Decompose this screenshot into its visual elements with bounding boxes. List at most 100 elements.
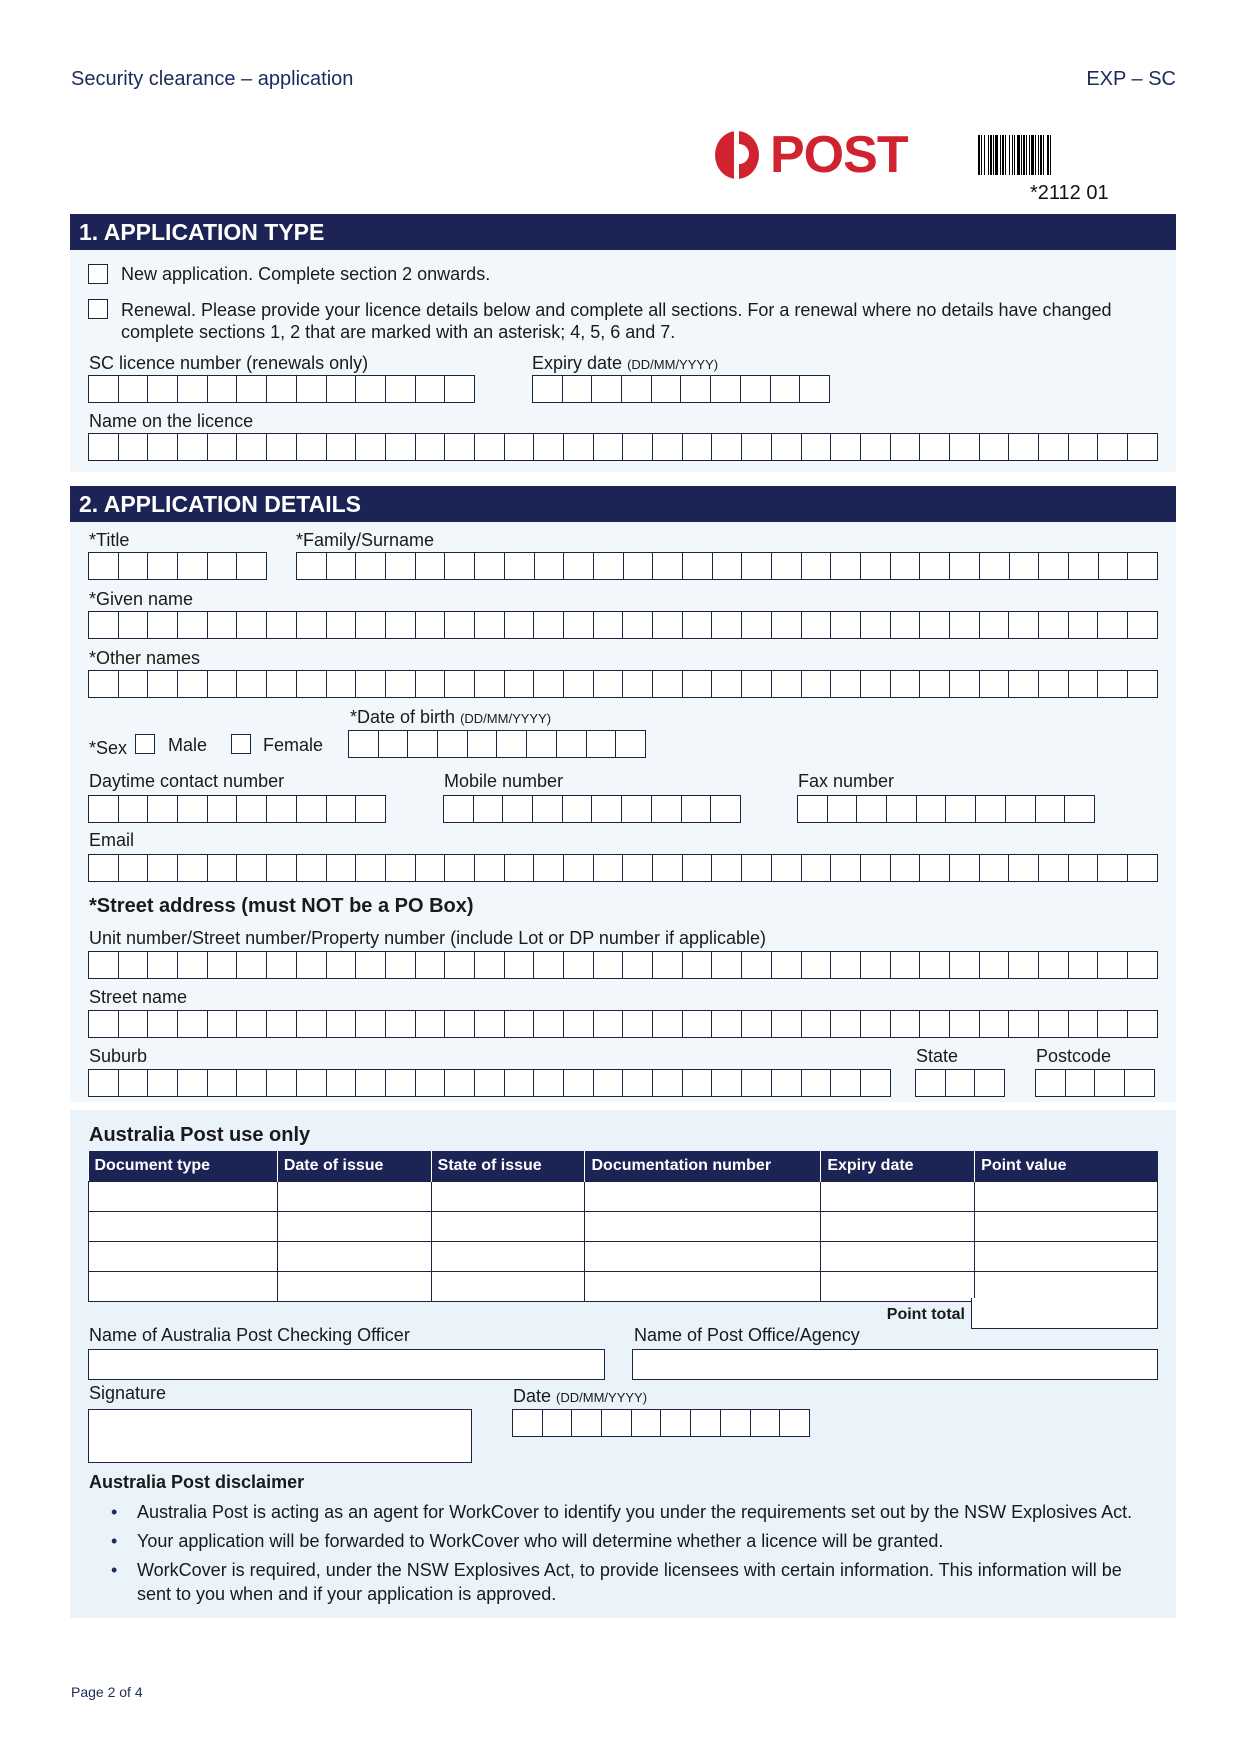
character-box[interactable] [416,612,446,638]
character-box[interactable] [386,376,416,402]
character-box[interactable] [89,952,119,978]
character-box[interactable] [1125,1070,1155,1096]
officer-date-input[interactable] [512,1409,810,1437]
character-box[interactable] [831,671,861,697]
character-box[interactable] [622,376,652,402]
daytime-number-input[interactable] [88,795,386,823]
character-box[interactable] [148,796,179,822]
character-box[interactable] [594,671,624,697]
character-box[interactable] [1128,434,1158,460]
other-names-input[interactable] [88,670,1158,698]
character-box[interactable] [297,1070,327,1096]
character-box[interactable] [563,796,593,822]
sex-male-checkbox[interactable] [135,734,155,754]
character-box[interactable] [208,612,238,638]
character-box[interactable] [297,796,327,822]
character-box[interactable] [386,855,416,881]
character-box[interactable] [297,952,327,978]
character-box[interactable] [564,952,594,978]
character-box[interactable] [445,434,475,460]
character-box[interactable] [445,855,475,881]
character-box[interactable] [416,376,446,402]
character-box[interactable] [653,612,683,638]
character-box[interactable] [624,553,654,579]
character-box[interactable] [208,796,238,822]
character-box[interactable] [1009,671,1039,697]
character-box[interactable] [950,952,980,978]
character-box[interactable] [683,952,713,978]
renewal-checkbox[interactable] [88,299,108,319]
licence-number-input[interactable] [88,375,475,403]
character-box[interactable] [980,1011,1010,1037]
document-table-cell[interactable] [820,1271,976,1302]
document-table-cell[interactable] [276,1211,432,1242]
character-box[interactable] [356,1070,386,1096]
mobile-number-input[interactable] [443,795,741,823]
character-box[interactable] [861,1070,891,1096]
character-box[interactable] [267,796,297,822]
character-box[interactable] [891,434,921,460]
character-box[interactable] [772,671,802,697]
character-box[interactable] [564,612,594,638]
character-box[interactable] [237,1011,268,1037]
character-box[interactable] [980,612,1010,638]
character-box[interactable] [534,434,564,460]
document-table-cell[interactable] [276,1241,432,1272]
character-box[interactable] [445,553,476,579]
character-box[interactable] [1069,671,1099,697]
character-box[interactable] [356,553,387,579]
character-box[interactable] [475,952,505,978]
character-box[interactable] [327,1070,357,1096]
character-box[interactable] [267,612,297,638]
character-box[interactable] [445,952,475,978]
character-box[interactable] [267,1011,297,1037]
character-box[interactable] [119,376,149,402]
character-box[interactable] [682,796,712,822]
character-box[interactable] [891,1011,921,1037]
character-box[interactable] [1039,434,1069,460]
character-box[interactable] [780,1410,810,1436]
character-box[interactable] [861,434,891,460]
character-box[interactable] [1069,952,1099,978]
character-box[interactable] [208,855,238,881]
character-box[interactable] [653,855,683,881]
character-box[interactable] [356,376,386,402]
character-box[interactable] [1009,1011,1039,1037]
character-box[interactable] [445,671,475,697]
character-box[interactable] [800,376,830,402]
character-box[interactable] [208,1070,238,1096]
character-box[interactable] [445,1011,475,1037]
character-box[interactable] [653,1070,683,1096]
character-box[interactable] [831,1070,861,1096]
suburb-input[interactable] [88,1069,891,1097]
character-box[interactable] [1098,855,1129,881]
character-box[interactable] [1128,612,1158,638]
character-box[interactable] [533,796,563,822]
character-box[interactable] [742,434,772,460]
character-box[interactable] [327,952,357,978]
postcode-input[interactable] [1035,1069,1155,1097]
character-box[interactable] [1128,671,1158,697]
character-box[interactable] [267,376,297,402]
character-box[interactable] [742,1011,772,1037]
character-box[interactable] [1039,952,1069,978]
character-box[interactable] [742,855,772,881]
character-box[interactable] [980,553,1010,579]
post-office-agency-input[interactable] [632,1349,1158,1380]
character-box[interactable] [564,1011,594,1037]
character-box[interactable] [237,434,268,460]
fax-number-input[interactable] [797,795,1095,823]
document-table-cell[interactable] [974,1271,1158,1302]
character-box[interactable] [89,376,119,402]
character-box[interactable] [297,553,327,579]
character-box[interactable] [980,671,1010,697]
street-name-input[interactable] [88,1010,1158,1038]
character-box[interactable] [683,553,713,579]
character-box[interactable] [178,612,208,638]
character-box[interactable] [857,796,888,822]
character-box[interactable] [475,855,505,881]
character-box[interactable] [623,952,654,978]
character-box[interactable] [1009,612,1039,638]
character-box[interactable] [1065,796,1095,822]
character-box[interactable] [148,855,179,881]
